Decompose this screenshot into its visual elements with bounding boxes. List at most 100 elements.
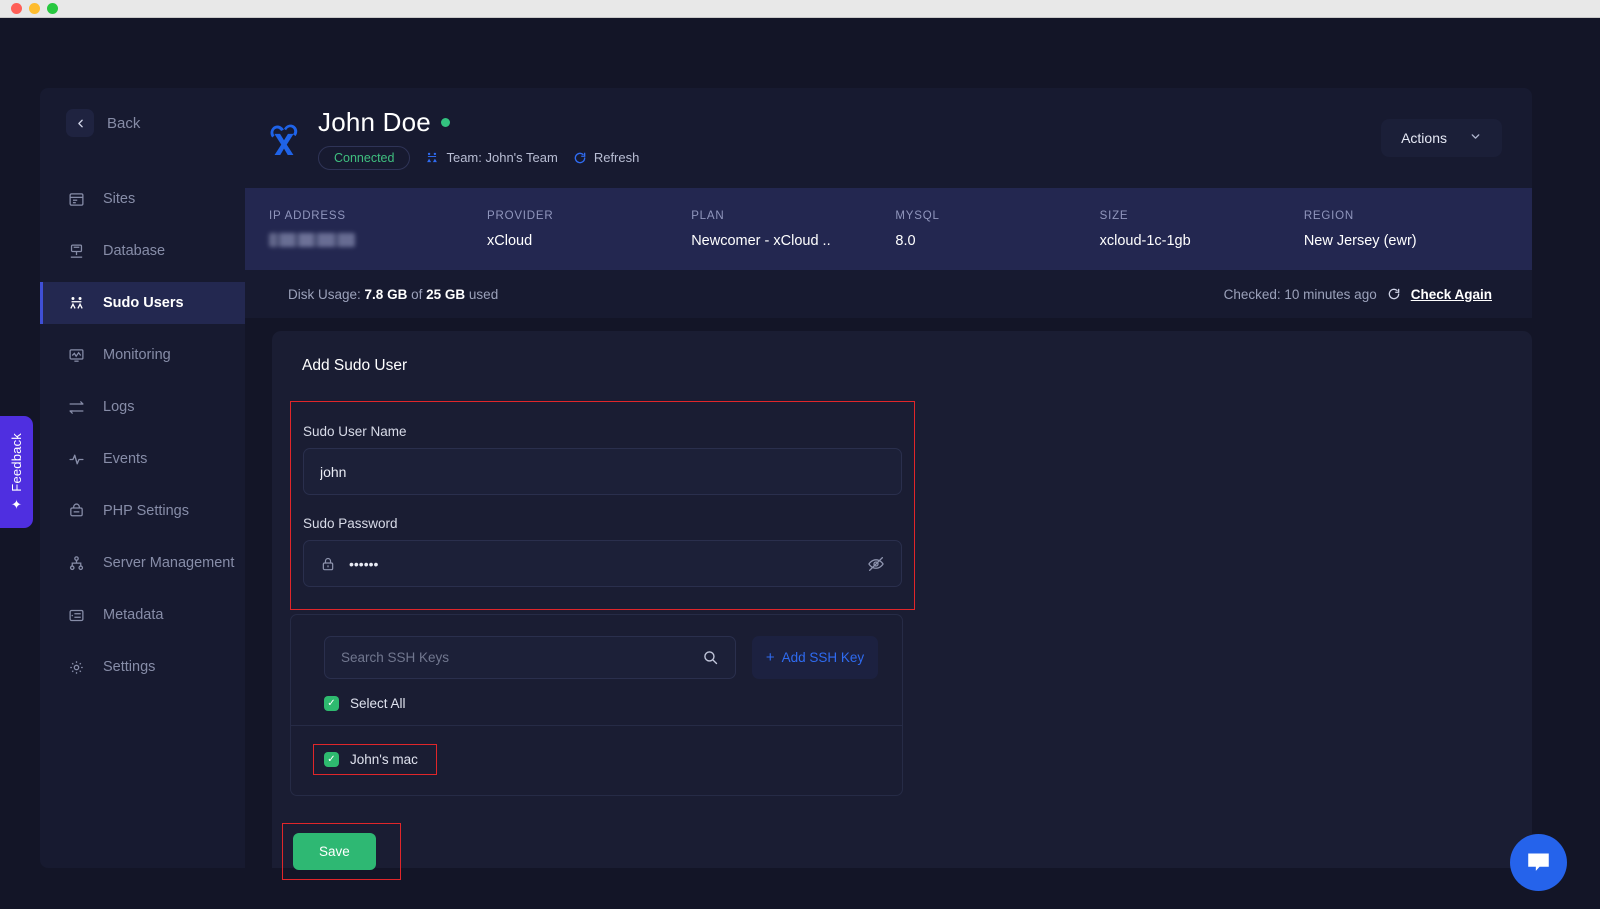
header-text-block: John Doe Connected [318, 107, 1381, 170]
sidebar-item-sudo-users[interactable]: Sudo Users [40, 282, 245, 324]
sudo-users-icon [67, 294, 85, 312]
sidebar-nav: Sites Database [40, 178, 245, 688]
save-button-highlight: Save [282, 823, 401, 880]
window-maximize-button[interactable] [47, 3, 58, 14]
users-icon [425, 151, 439, 165]
ssh-key-row-highlight[interactable]: ✓ John's mac [313, 744, 437, 775]
monitoring-icon [67, 346, 85, 364]
username-field[interactable] [303, 448, 902, 495]
sidebar-item-label: Events [103, 451, 147, 467]
card-title: Add Sudo User [272, 357, 1532, 375]
back-button[interactable]: Back [40, 88, 245, 158]
sidebar-item-settings[interactable]: Settings [40, 646, 245, 688]
sidebar-item-label: Server Management [103, 555, 234, 571]
info-cell-ip-address: IP ADDRESS [269, 210, 487, 249]
sidebar-item-monitoring[interactable]: Monitoring [40, 334, 245, 376]
sidebar-item-label: Metadata [103, 607, 163, 623]
team-chip[interactable]: Team: John's Team [425, 150, 557, 165]
plus-icon: + [766, 649, 775, 666]
refresh-label: Refresh [594, 150, 640, 165]
add-ssh-key-button[interactable]: + Add SSH Key [752, 636, 878, 679]
xcloud-logo-icon [262, 116, 306, 160]
disk-check-group: Checked: 10 minutes ago Check Again [1224, 287, 1492, 302]
feedback-tab-label: Feedback [9, 433, 24, 492]
sidebar-item-logs[interactable]: Logs [40, 386, 245, 428]
refresh-icon[interactable] [1387, 287, 1401, 301]
sidebar-item-sites[interactable]: Sites [40, 178, 245, 220]
ssh-keys-block: + Add SSH Key ✓ Select All ✓ John's mac [290, 614, 903, 796]
status-badge: Connected [318, 146, 410, 170]
ssh-keys-top: + Add SSH Key ✓ Select All [291, 615, 902, 725]
sidebar-item-events[interactable]: Events [40, 438, 245, 480]
lock-icon [320, 556, 336, 572]
ssh-search-field[interactable] [324, 636, 736, 679]
info-cell-mysql: MYSQL 8.0 [895, 210, 1099, 249]
events-icon [67, 450, 85, 468]
disk-usage-suffix: used [469, 287, 498, 302]
info-cell-plan: PLAN Newcomer - xCloud .. [691, 210, 895, 249]
info-cell-size: SIZE xcloud-1c-1gb [1100, 210, 1304, 249]
info-label: PLAN [691, 210, 883, 222]
select-all-label: Select All [350, 696, 406, 711]
title-line: John Doe [318, 107, 1381, 138]
eye-off-icon[interactable] [867, 555, 885, 573]
info-value: xcloud-1c-1gb [1100, 233, 1292, 249]
check-again-link[interactable]: Check Again [1411, 287, 1492, 302]
username-input[interactable] [320, 464, 885, 480]
info-cell-provider: PROVIDER xCloud [487, 210, 691, 249]
sidebar-item-php-settings[interactable]: PHP Settings [40, 490, 245, 532]
disk-usage-text: Disk Usage: 7.8 GB of 25 GB used [288, 287, 498, 302]
gear-icon [67, 658, 85, 676]
info-value: Newcomer - xCloud .. [691, 233, 883, 249]
sidebar-item-label: PHP Settings [103, 503, 189, 519]
sidebar-item-metadata[interactable]: Metadata [40, 594, 245, 636]
add-ssh-key-label: Add SSH Key [782, 650, 865, 665]
sidebar-item-label: Settings [103, 659, 155, 675]
database-icon [67, 242, 85, 260]
field-spacer [291, 495, 914, 516]
metadata-icon [67, 606, 85, 624]
window-titlebar [0, 0, 1600, 18]
logs-icon [67, 398, 85, 416]
sidebar-item-database[interactable]: Database [40, 230, 245, 272]
select-all-row[interactable]: ✓ Select All [291, 696, 902, 711]
ssh-search-row: + Add SSH Key [291, 636, 902, 679]
window-minimize-button[interactable] [29, 3, 40, 14]
search-icon[interactable] [702, 649, 719, 666]
sidebar-item-server-management[interactable]: Server Management [40, 542, 245, 584]
credentials-highlight-group: Sudo User Name Sudo Password [290, 401, 915, 610]
info-cell-region: REGION New Jersey (ewr) [1304, 210, 1508, 249]
actions-button[interactable]: Actions [1381, 119, 1502, 157]
sidebar-item-label: Sites [103, 191, 135, 207]
ssh-key-checkbox[interactable]: ✓ [324, 752, 339, 767]
disk-usage-row: Disk Usage: 7.8 GB of 25 GB used Checked… [245, 270, 1532, 318]
disk-usage-total: 25 GB [426, 287, 465, 302]
add-sudo-user-card: Add Sudo User Sudo User Name Sudo Passwo… [272, 331, 1532, 868]
password-input[interactable] [349, 556, 854, 572]
feedback-tab[interactable]: Feedback ✦ [0, 416, 33, 528]
sidebar-item-label: Database [103, 243, 165, 259]
php-settings-icon [67, 502, 85, 520]
password-field[interactable] [303, 540, 902, 587]
sidebar-item-label: Sudo Users [103, 295, 184, 311]
info-value [269, 233, 475, 249]
checked-timestamp: Checked: 10 minutes ago [1224, 287, 1377, 302]
chat-bubble-icon[interactable] [1510, 834, 1567, 891]
sidebar-item-label: Logs [103, 399, 134, 415]
server-info-strip: IP ADDRESS PROVIDER xCloud PLAN Newcomer… [245, 188, 1532, 270]
ssh-search-input[interactable] [341, 650, 702, 665]
window-close-button[interactable] [11, 3, 22, 14]
password-label: Sudo Password [291, 516, 914, 531]
chevron-down-icon [1469, 130, 1482, 146]
actions-label: Actions [1401, 130, 1447, 146]
info-label: IP ADDRESS [269, 210, 475, 222]
app-root: Feedback ✦ Back [0, 18, 1600, 909]
refresh-button[interactable]: Refresh [573, 150, 640, 165]
back-label: Back [107, 115, 140, 132]
save-button[interactable]: Save [293, 833, 376, 870]
main-panel: John Doe Connected [245, 88, 1532, 868]
sidebar: Back Sites [40, 88, 245, 868]
info-value: xCloud [487, 233, 679, 249]
select-all-checkbox[interactable]: ✓ [324, 696, 339, 711]
ssh-keys-list: ✓ John's mac [291, 725, 902, 795]
